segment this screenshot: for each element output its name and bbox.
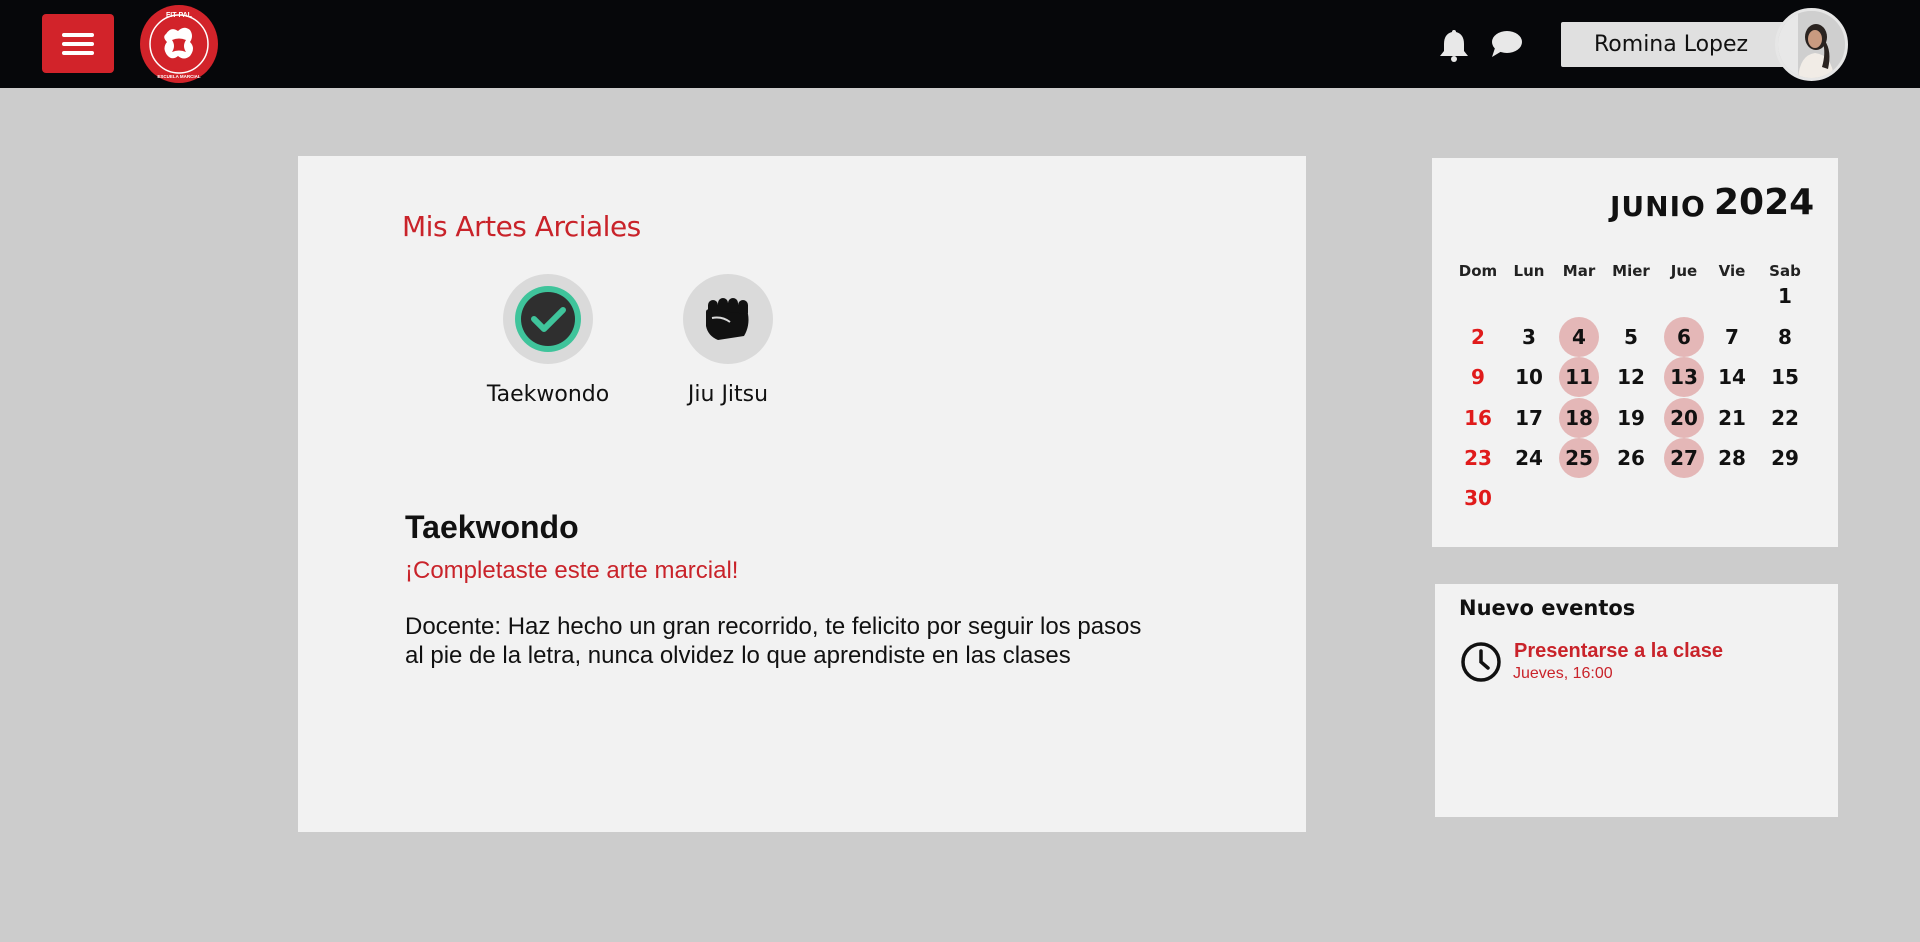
art-icon-circle[interactable] (683, 274, 773, 364)
calendar-weekday: Vie (1718, 262, 1746, 280)
calendar-day[interactable]: 17 (1509, 398, 1549, 438)
calendar-day[interactable]: 11 (1559, 357, 1599, 397)
calendar-day[interactable]: 20 (1664, 398, 1704, 438)
calendar-month: JUNIO (1610, 190, 1706, 223)
calendar-weekday: Mar (1562, 262, 1596, 280)
logo-text-top: FIT PAL (166, 12, 193, 19)
calendar-day[interactable]: 13 (1664, 357, 1704, 397)
calendar-day[interactable]: 14 (1712, 357, 1752, 397)
calendar-day[interactable]: 10 (1509, 357, 1549, 397)
calendar-day[interactable]: 7 (1712, 317, 1752, 357)
section-title: Mis Artes Arciales (402, 210, 641, 243)
calendar-day[interactable]: 12 (1611, 357, 1651, 397)
calendar-weekday: Dom (1458, 262, 1498, 280)
fist-icon (706, 298, 749, 340)
calendar-day[interactable]: 9 (1458, 357, 1498, 397)
calendar-day[interactable]: 25 (1559, 438, 1599, 478)
events-panel: Nuevo eventos Presentarse a la clase Jue… (1435, 584, 1838, 817)
calendar: JUNIO 2024 Dom Lun Mar Mier Jue Vie Sab 1 2 3 4 5 6 7… (1432, 158, 1838, 547)
calendar-weekday: Mier (1612, 262, 1650, 280)
calendar-day[interactable]: 28 (1712, 438, 1752, 478)
calendar-day[interactable]: 6 (1664, 317, 1704, 357)
logo-text-bottom: ESCUELA MARCIAL (157, 74, 201, 79)
main-card: Mis Artes Arciales Taekwondo Jiu Jitsu T… (298, 156, 1306, 832)
menu-button[interactable] (42, 14, 114, 73)
calendar-day[interactable]: 3 (1509, 317, 1549, 357)
art-label: Taekwondo (486, 382, 610, 407)
calendar-day[interactable]: 15 (1765, 357, 1805, 397)
calendar-day[interactable]: 29 (1765, 438, 1805, 478)
calendar-day[interactable]: 30 (1458, 478, 1498, 518)
teacher-comment-line: Docente: Haz hecho un gran recorrido, te… (405, 613, 1142, 640)
user-photo (1778, 11, 1845, 78)
events-title: Nuevo eventos (1459, 596, 1636, 620)
calendar-day[interactable]: 8 (1765, 317, 1805, 357)
art-item-jiu-jitsu[interactable]: Jiu Jitsu (658, 274, 798, 407)
calendar-weekday: Jue (1670, 262, 1698, 280)
art-icon-circle[interactable] (503, 274, 593, 364)
event-name[interactable]: Presentarse a la clase (1514, 640, 1723, 663)
calendar-day[interactable]: 18 (1559, 398, 1599, 438)
check-icon (515, 286, 581, 352)
clock-icon (1461, 642, 1501, 682)
art-item-taekwondo[interactable]: Taekwondo (478, 274, 618, 407)
calendar-day[interactable]: 1 (1765, 276, 1805, 316)
calendar-day[interactable]: 2 (1458, 317, 1498, 357)
calendar-day[interactable]: 5 (1611, 317, 1651, 357)
avatar[interactable] (1775, 8, 1848, 81)
calendar-year: 2024 (1714, 182, 1815, 223)
calendar-day[interactable]: 22 (1765, 398, 1805, 438)
calendar-day[interactable]: 4 (1559, 317, 1599, 357)
teacher-comment: Docente: Haz hecho un gran recorrido, te… (405, 612, 1205, 670)
calendar-day[interactable]: 27 (1664, 438, 1704, 478)
detail-title: Taekwondo (405, 509, 579, 545)
logo[interactable]: FIT PAL ESCUELA MARCIAL (138, 4, 220, 84)
calendar-day[interactable]: 26 (1611, 438, 1651, 478)
calendar-day[interactable]: 21 (1712, 398, 1752, 438)
teacher-comment-line: al pie de la letra, nunca olvidez lo que… (405, 642, 1071, 669)
calendar-day[interactable]: 19 (1611, 398, 1651, 438)
art-label: Jiu Jitsu (687, 382, 769, 407)
hamburger-icon (62, 32, 94, 55)
chat-icon[interactable] (1490, 30, 1522, 58)
bell-icon[interactable] (1438, 28, 1470, 62)
calendar-day[interactable]: 23 (1458, 438, 1498, 478)
completion-status: ¡Completaste este arte marcial! (405, 557, 739, 584)
top-bar: FIT PAL ESCUELA MARCIAL Romina Lopez (0, 0, 1920, 88)
calendar-day[interactable]: 16 (1458, 398, 1498, 438)
user-name[interactable]: Romina Lopez (1561, 22, 1793, 67)
calendar-day[interactable]: 24 (1509, 438, 1549, 478)
calendar-weekday: Lun (1513, 262, 1545, 280)
event-time: Jueves, 16:00 (1513, 665, 1613, 682)
